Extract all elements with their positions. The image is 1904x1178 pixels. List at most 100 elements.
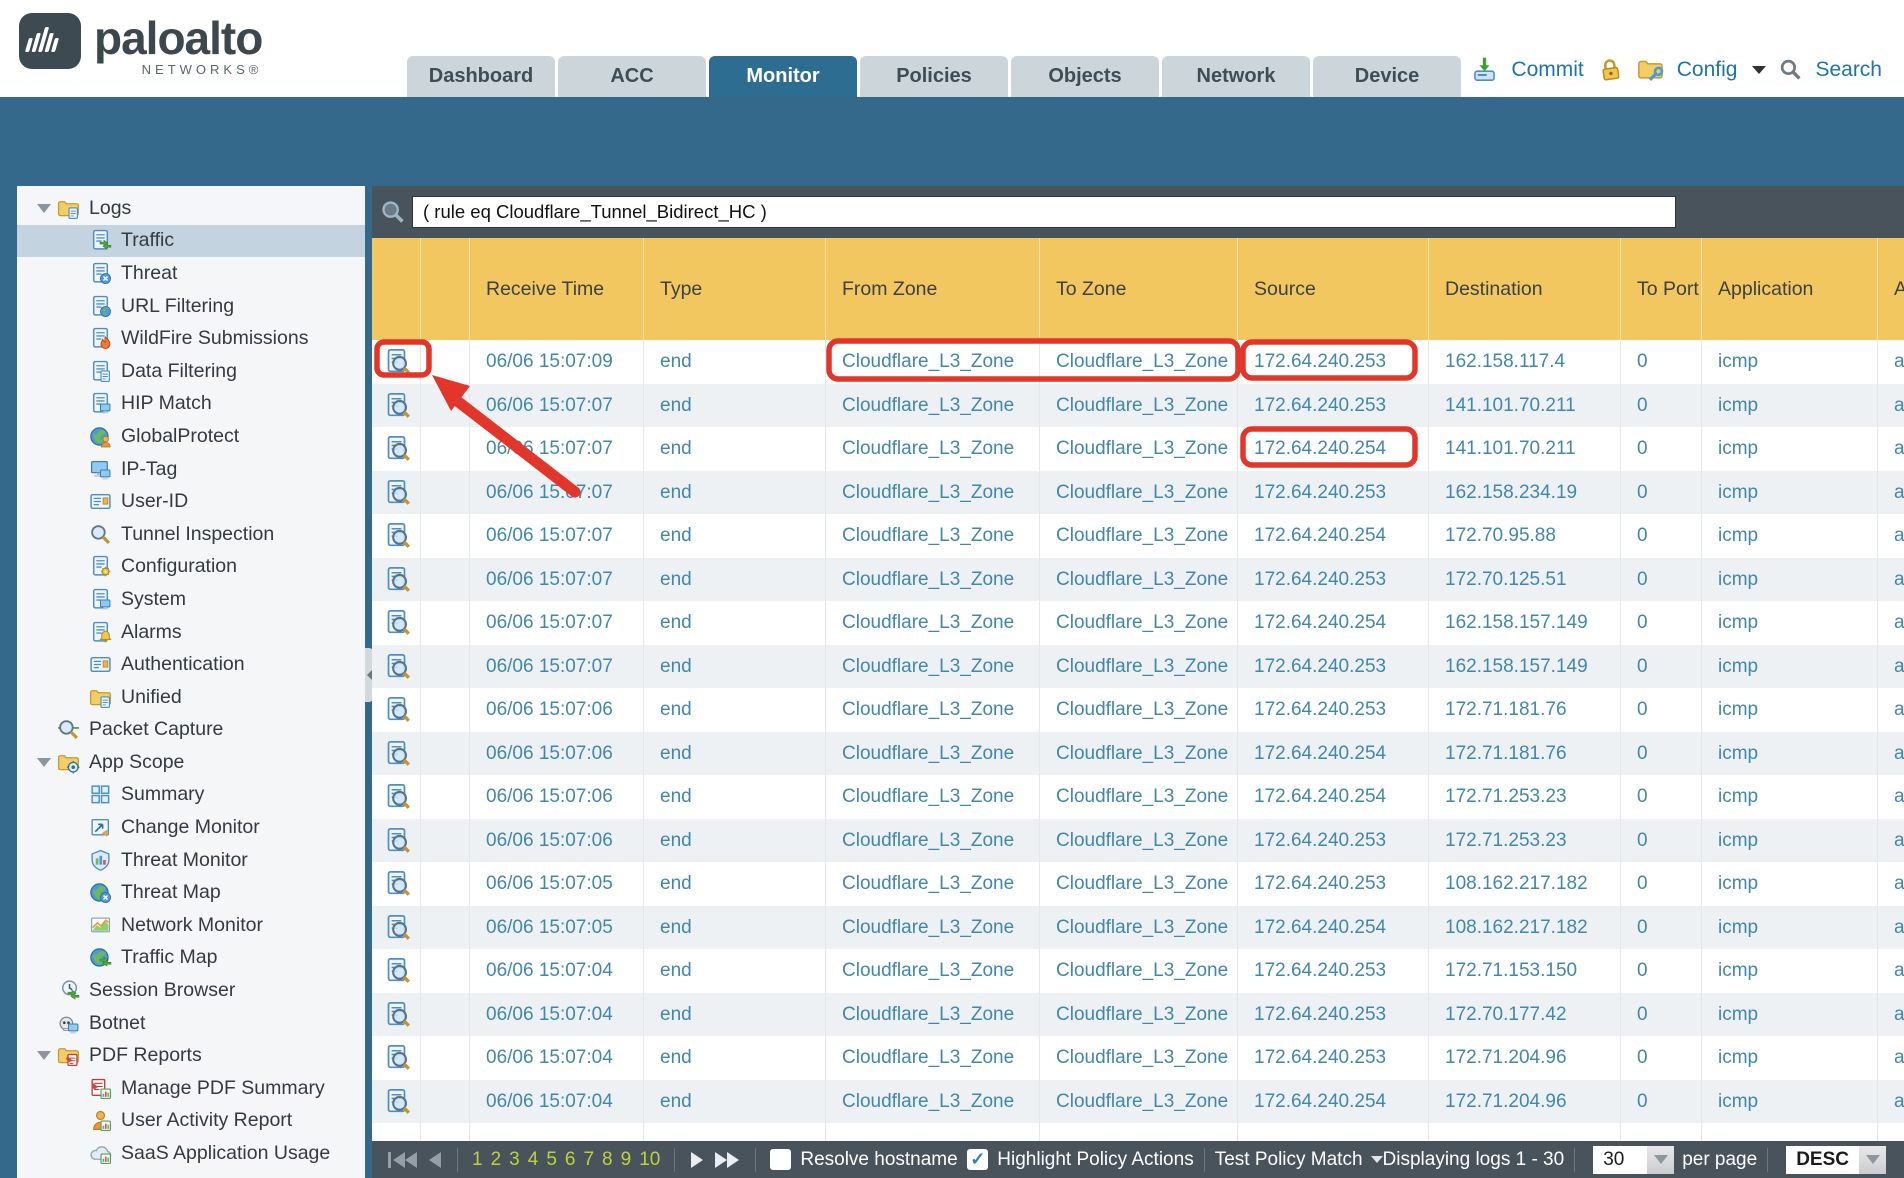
cell-source[interactable]: 172.64.240.253	[1238, 1036, 1429, 1080]
cell-extra[interactable]: a	[1878, 775, 1904, 819]
cell-extra[interactable]: a	[1878, 949, 1904, 993]
cell-receive-time[interactable]: 06/06 15:07:07	[470, 384, 644, 428]
cell-destination[interactable]: 141.101.70.211	[1429, 384, 1621, 428]
cell-application[interactable]: icmp	[1702, 340, 1878, 384]
column-header-blank-0[interactable]	[372, 238, 421, 340]
log-detail-button[interactable]	[372, 1036, 421, 1080]
column-header-a[interactable]: A	[1878, 238, 1904, 340]
per-page-select[interactable]: 30	[1593, 1146, 1674, 1174]
cell-type[interactable]: end	[644, 1036, 826, 1080]
tab-monitor[interactable]: Monitor	[709, 56, 857, 97]
log-detail-button[interactable]	[372, 949, 421, 993]
sidebar-item-user-activity-report[interactable]: User Activity Report	[17, 1105, 365, 1138]
cell-type[interactable]: end	[644, 862, 826, 906]
cell-to-zone[interactable]: Cloudflare_L3_Zone	[1040, 1036, 1238, 1080]
sidebar-item-saas-application-usage[interactable]: SaaS Application Usage	[17, 1137, 365, 1170]
cell-application[interactable]: icmp	[1702, 688, 1878, 732]
log-detail-icon[interactable]	[383, 1088, 410, 1115]
log-detail-icon[interactable]	[383, 566, 410, 593]
cell-to-port[interactable]: 0	[1621, 906, 1702, 950]
cell-receive-time[interactable]: 06/06 15:07:06	[470, 688, 644, 732]
cell-to-port[interactable]: 0	[1621, 471, 1702, 515]
cell-extra[interactable]: a	[1878, 514, 1904, 558]
log-detail-button[interactable]	[372, 514, 421, 558]
log-detail-button[interactable]	[372, 775, 421, 819]
cell-extra[interactable]: a	[1878, 732, 1904, 776]
cell-destination[interactable]: 172.71.204.96	[1429, 1036, 1621, 1080]
cell-from-zone[interactable]: Cloudflare_L3_Zone	[826, 514, 1040, 558]
cell-to-port[interactable]: 0	[1621, 384, 1702, 428]
cell-destination[interactable]: 108.162.217.182	[1429, 906, 1621, 950]
log-detail-icon[interactable]	[383, 522, 410, 549]
first-page-button[interactable]	[388, 1152, 417, 1168]
sidebar-item-globalprotect[interactable]: GlobalProtect	[17, 420, 365, 453]
tab-dashboard[interactable]: Dashboard	[407, 56, 555, 97]
search-link[interactable]: Search	[1815, 58, 1882, 82]
cell-to-port[interactable]: 0	[1621, 340, 1702, 384]
sidebar-item-app-scope[interactable]: App Scope	[17, 746, 365, 779]
cell-to-port[interactable]: 0	[1621, 427, 1702, 471]
commit-link[interactable]: Commit	[1511, 58, 1583, 82]
search-icon[interactable]	[1779, 58, 1802, 81]
cell-receive-time[interactable]: 06/06 15:07:05	[470, 906, 644, 950]
config-link[interactable]: Config	[1677, 58, 1738, 82]
log-detail-button[interactable]	[372, 645, 421, 689]
log-detail-icon[interactable]	[383, 1001, 410, 1028]
cell-source[interactable]: 172.64.240.253	[1238, 993, 1429, 1037]
sidebar-item-data-filtering[interactable]: Data Filtering	[17, 355, 365, 388]
log-detail-icon[interactable]	[383, 392, 410, 419]
sidebar-item-wildfire-submissions[interactable]: WildFire Submissions	[17, 322, 365, 355]
sidebar-item-hip-match[interactable]: HIP Match	[17, 388, 365, 421]
config-caret-icon[interactable]	[1752, 66, 1766, 74]
log-detail-button[interactable]	[372, 906, 421, 950]
sidebar-item-threat[interactable]: Threat	[17, 257, 365, 290]
sidebar-item-packet-capture[interactable]: Packet Capture	[17, 714, 365, 747]
cell-receive-time[interactable]: 06/06 15:07:07	[470, 514, 644, 558]
log-detail-icon[interactable]	[383, 914, 410, 941]
cell-to-port[interactable]: 0	[1621, 862, 1702, 906]
sidebar-item-threat-monitor[interactable]: Threat Monitor	[17, 844, 365, 877]
cell-receive-time[interactable]: 06/06 15:07:04	[470, 993, 644, 1037]
sort-order-value[interactable]: DESC	[1786, 1146, 1859, 1174]
cell-type[interactable]: end	[644, 688, 826, 732]
tab-acc[interactable]: ACC	[558, 56, 706, 97]
cell-application[interactable]: icmp	[1702, 601, 1878, 645]
log-detail-icon[interactable]	[383, 827, 410, 854]
log-detail-button[interactable]	[372, 688, 421, 732]
cell-type[interactable]: end	[644, 1080, 826, 1124]
cell-application[interactable]: icmp	[1702, 775, 1878, 819]
log-filter-input[interactable]	[412, 196, 1676, 228]
cell-to-port[interactable]: 0	[1621, 688, 1702, 732]
resolve-hostname-checkbox[interactable]	[770, 1149, 791, 1170]
config-icon[interactable]	[1637, 56, 1664, 83]
cell-to-port[interactable]: 0	[1621, 949, 1702, 993]
cell-from-zone[interactable]: Cloudflare_L3_Zone	[826, 949, 1040, 993]
page-number-8[interactable]: 8	[602, 1149, 613, 1171]
cell-extra[interactable]: a	[1878, 906, 1904, 950]
log-detail-icon[interactable]	[383, 653, 410, 680]
cell-from-zone[interactable]: Cloudflare_L3_Zone	[826, 471, 1040, 515]
next-page-button[interactable]	[691, 1152, 703, 1168]
expander-icon[interactable]	[37, 204, 51, 213]
page-number-2[interactable]: 2	[491, 1149, 502, 1171]
cell-receive-time[interactable]: 06/06 15:07:04	[470, 1036, 644, 1080]
cell-from-zone[interactable]: Cloudflare_L3_Zone	[826, 340, 1040, 384]
cell-type[interactable]: end	[644, 906, 826, 950]
previous-page-button[interactable]	[429, 1152, 441, 1168]
cell-application[interactable]: icmp	[1702, 471, 1878, 515]
highlight-policy-actions-checkbox[interactable]: ✓	[967, 1149, 988, 1170]
cell-type[interactable]: end	[644, 558, 826, 602]
cell-extra[interactable]: a	[1878, 384, 1904, 428]
cell-from-zone[interactable]: Cloudflare_L3_Zone	[826, 427, 1040, 471]
log-detail-button[interactable]	[372, 340, 421, 384]
cell-application[interactable]: icmp	[1702, 862, 1878, 906]
cell-destination[interactable]: 172.71.253.23	[1429, 819, 1621, 863]
horizontal-scrollbar[interactable]	[372, 1123, 1904, 1141]
cell-to-zone[interactable]: Cloudflare_L3_Zone	[1040, 949, 1238, 993]
cell-to-zone[interactable]: Cloudflare_L3_Zone	[1040, 1080, 1238, 1124]
cell-extra[interactable]: a	[1878, 601, 1904, 645]
cell-type[interactable]: end	[644, 471, 826, 515]
sidebar-item-tunnel-inspection[interactable]: Tunnel Inspection	[17, 518, 365, 551]
cell-source[interactable]: 172.64.240.254	[1238, 514, 1429, 558]
cell-source[interactable]: 172.64.240.254	[1238, 1080, 1429, 1124]
